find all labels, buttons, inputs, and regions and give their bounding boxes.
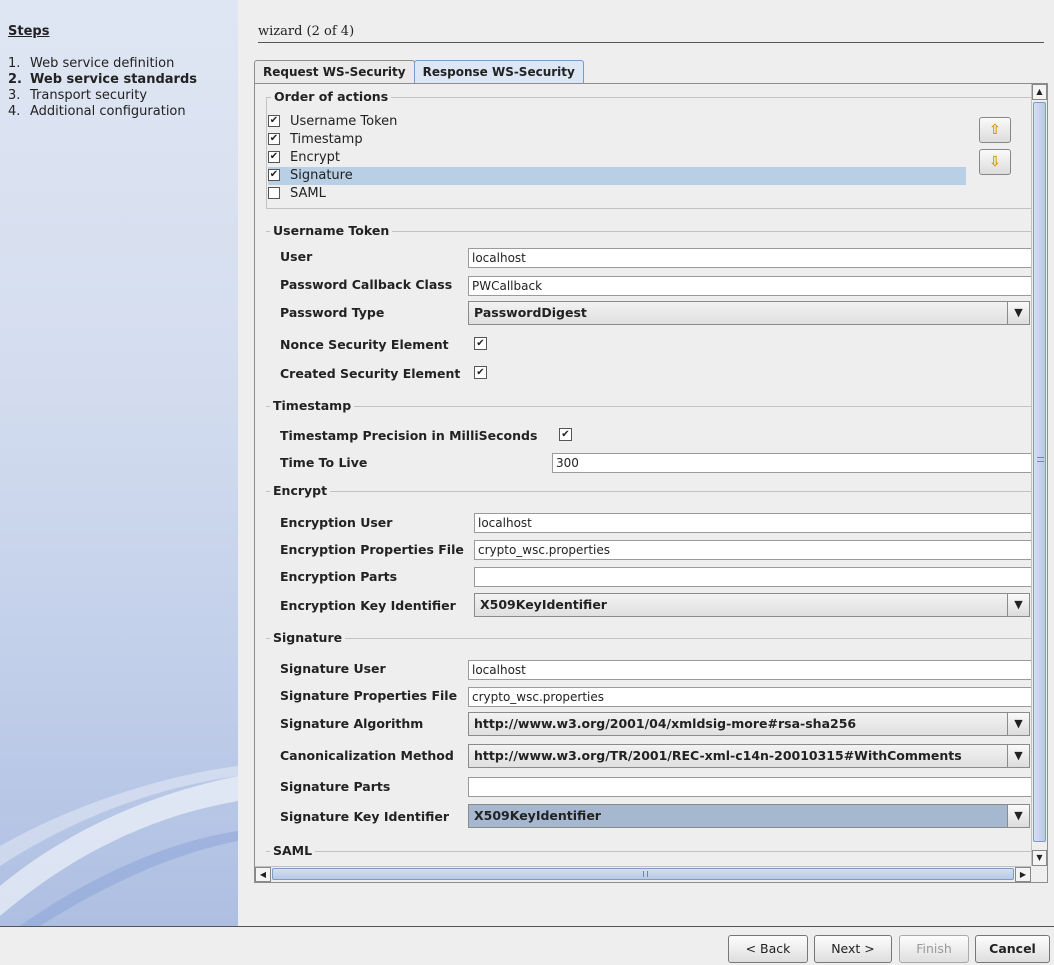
- password-callback-field[interactable]: PWCallback: [468, 276, 1032, 296]
- encryption-keyid-select[interactable]: X509KeyIdentifier ▼: [474, 593, 1030, 617]
- username-token-group: Username Token: [266, 223, 1032, 238]
- signature-user-field[interactable]: localhost: [468, 660, 1032, 680]
- signature-label: Signature: [270, 630, 346, 645]
- arrow-down-icon: ⇩: [989, 154, 1001, 170]
- order-item-timestamp[interactable]: ✔ Timestamp: [268, 131, 966, 149]
- vertical-scroll-thumb[interactable]: [1033, 102, 1046, 842]
- unchecked-box[interactable]: [268, 186, 280, 199]
- order-item-username-token[interactable]: ✔ Username Token: [268, 113, 966, 131]
- check-icon[interactable]: ✔: [268, 168, 280, 181]
- created-checkbox[interactable]: ✔: [474, 366, 487, 379]
- chevron-down-icon[interactable]: ▼: [1007, 713, 1029, 735]
- encryption-user-label: Encryption User: [280, 515, 393, 530]
- signature-keyid-select[interactable]: X509KeyIdentifier ▼: [468, 804, 1030, 828]
- back-button[interactable]: < Back: [728, 935, 808, 963]
- check-icon[interactable]: ✔: [268, 114, 280, 127]
- steps-list: 1. Web service definition 2. Web service s…: [8, 56, 197, 120]
- step-item: 1. Web service definition: [8, 56, 175, 71]
- check-icon[interactable]: ✔: [268, 132, 280, 145]
- signature-algorithm-select[interactable]: http://www.w3.org/2001/04/xmldsig-more#r…: [468, 712, 1030, 736]
- finish-button[interactable]: Finish: [899, 935, 969, 963]
- order-item-signature[interactable]: ✔ Signature: [268, 167, 966, 185]
- signature-keyid-label: Signature Key Identifier: [280, 809, 450, 824]
- vertical-scrollbar[interactable]: ▲ ▼: [1031, 84, 1047, 866]
- footer-separator: [0, 926, 1054, 927]
- encryption-user-field[interactable]: localhost: [474, 513, 1032, 533]
- chevron-down-icon[interactable]: ▼: [1007, 594, 1029, 616]
- username-token-label: Username Token: [270, 223, 393, 238]
- time-to-live-label: Time To Live: [280, 455, 368, 470]
- signature-properties-field[interactable]: crypto_wsc.properties: [468, 687, 1032, 707]
- canonicalization-label: Canonicalization Method: [280, 748, 454, 763]
- signature-algorithm-label: Signature Algorithm: [280, 716, 424, 731]
- timestamp-precision-checkbox[interactable]: ✔: [559, 428, 572, 441]
- tab-content: Order of actions ✔ Username Token ✔ Timest…: [254, 83, 1048, 883]
- decorative-swoosh: [0, 766, 238, 926]
- scroll-right-icon[interactable]: ▶: [1015, 867, 1031, 882]
- saml-label: SAML: [270, 843, 316, 858]
- timestamp-precision-label: Timestamp Precision in MilliSeconds: [280, 428, 538, 443]
- chevron-down-icon[interactable]: ▼: [1007, 745, 1029, 767]
- encrypt-group: Encrypt: [266, 483, 1032, 498]
- tab-bar: Request WS-Security Response WS-Security: [254, 60, 584, 84]
- encrypt-label: Encrypt: [270, 483, 331, 498]
- horizontal-scrollbar[interactable]: ◀ ▶: [255, 866, 1033, 882]
- step-item-active: 2. Web service standards: [8, 72, 197, 87]
- created-label: Created Security Element: [280, 366, 461, 381]
- tab-request-ws-security[interactable]: Request WS-Security: [254, 60, 415, 84]
- order-item-encrypt[interactable]: ✔ Encrypt: [268, 149, 966, 167]
- order-of-actions-label: Order of actions: [271, 89, 392, 104]
- saml-group: SAML: [266, 843, 1032, 858]
- encryption-keyid-label: Encryption Key Identifier: [280, 598, 456, 613]
- move-up-button[interactable]: ⇧: [979, 117, 1011, 143]
- nonce-checkbox[interactable]: ✔: [474, 337, 487, 350]
- timestamp-label: Timestamp: [270, 398, 355, 413]
- signature-parts-label: Signature Parts: [280, 779, 391, 794]
- horizontal-scroll-thumb[interactable]: [272, 868, 1014, 880]
- signature-parts-field[interactable]: [468, 777, 1032, 797]
- encryption-properties-label: Encryption Properties File: [280, 542, 464, 557]
- scroll-left-icon[interactable]: ◀: [255, 867, 271, 882]
- canonicalization-select[interactable]: http://www.w3.org/TR/2001/REC-xml-c14n-2…: [468, 744, 1030, 768]
- check-icon[interactable]: ✔: [268, 150, 280, 163]
- tab-response-ws-security[interactable]: Response WS-Security: [413, 60, 584, 84]
- signature-user-label: Signature User: [280, 661, 386, 676]
- step-item: 3. Transport security: [8, 88, 148, 103]
- nonce-label: Nonce Security Element: [280, 337, 449, 352]
- password-type-select[interactable]: PasswordDigest ▼: [468, 301, 1030, 325]
- move-down-button[interactable]: ⇩: [979, 149, 1011, 175]
- password-callback-label: Password Callback Class: [280, 277, 453, 292]
- scroll-down-icon[interactable]: ▼: [1032, 850, 1047, 866]
- password-type-label: Password Type: [280, 305, 385, 320]
- chevron-down-icon[interactable]: ▼: [1007, 302, 1029, 324]
- steps-panel: Steps 1. Web service definition 2. Web ser…: [0, 0, 238, 926]
- chevron-down-icon[interactable]: ▼: [1007, 805, 1029, 827]
- scroll-corner: [1031, 866, 1047, 882]
- wizard-title: wizard (2 of 4): [258, 24, 1044, 43]
- arrow-up-icon: ⇧: [989, 122, 1001, 138]
- scroll-viewport: Order of actions ✔ Username Token ✔ Timest…: [256, 85, 1032, 865]
- signature-group: Signature: [266, 630, 1032, 645]
- user-field[interactable]: localhost: [468, 248, 1032, 268]
- time-to-live-field[interactable]: 300: [552, 453, 1032, 473]
- encryption-parts-field[interactable]: [474, 567, 1032, 587]
- next-button[interactable]: Next >: [814, 935, 892, 963]
- order-item-saml[interactable]: SAML: [268, 185, 966, 203]
- timestamp-group: Timestamp: [266, 398, 1032, 413]
- steps-title: Steps: [8, 24, 50, 39]
- user-label: User: [280, 249, 313, 264]
- cancel-button[interactable]: Cancel: [975, 935, 1050, 963]
- step-item: 4. Additional configuration: [8, 104, 186, 119]
- encryption-properties-field[interactable]: crypto_wsc.properties: [474, 540, 1032, 560]
- signature-properties-label: Signature Properties File: [280, 688, 458, 703]
- encryption-parts-label: Encryption Parts: [280, 569, 398, 584]
- scroll-up-icon[interactable]: ▲: [1032, 84, 1047, 100]
